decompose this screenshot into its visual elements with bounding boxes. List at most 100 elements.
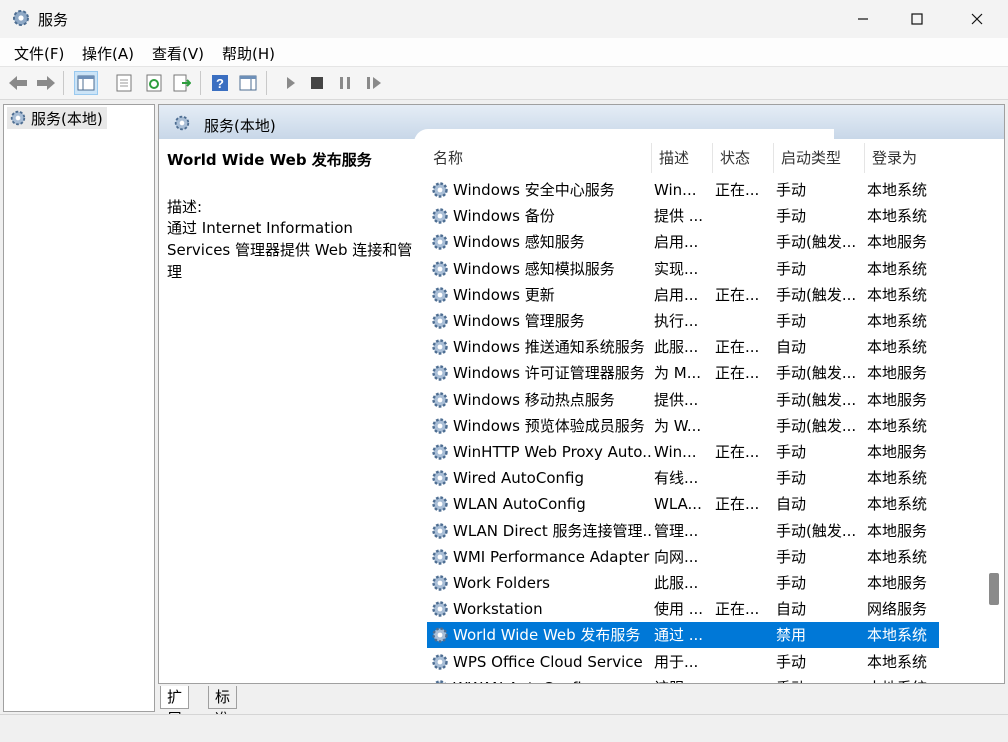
column-header-startup-type[interactable]: 启动类型 <box>781 143 841 173</box>
service-startup-type: 手动 <box>776 547 807 566</box>
service-startup-type: 手动(触发... <box>776 233 857 252</box>
service-name: WinHTTP Web Proxy Auto... <box>453 443 653 461</box>
service-row[interactable]: WLAN AutoConfig WLA... 正在... 自动 本地系统 <box>427 491 939 517</box>
service-row[interactable]: Work Folders 此服... 手动 本地服务 <box>427 570 939 596</box>
service-log-on-as: 本地系统 <box>867 495 928 514</box>
service-name: Windows 备份 <box>453 207 555 226</box>
minimize-button[interactable] <box>840 0 886 38</box>
service-startup-type: 手动 <box>776 259 807 278</box>
column-label: 启动类型 <box>781 149 842 167</box>
service-name: Workstation <box>453 600 543 619</box>
restart-service-button[interactable] <box>362 71 386 95</box>
service-gear-icon <box>432 601 448 617</box>
forward-button[interactable] <box>34 71 58 95</box>
service-row[interactable]: WWAN AutoConfig该服... 手动本地系统 <box>427 675 939 683</box>
service-description: 用于... <box>654 652 699 671</box>
service-row[interactable]: WLAN Direct 服务连接管理... 管理... 手动(触发... 本地服务 <box>427 518 939 544</box>
services-gear-icon <box>13 10 29 26</box>
service-startup-type: 手动 <box>776 675 862 683</box>
service-description: 该服... <box>654 675 712 683</box>
column-header-name[interactable]: 名称 <box>433 143 463 173</box>
svg-text:?: ? <box>216 76 224 91</box>
service-row[interactable]: Windows 许可证管理器服务为 M... 正在... 手动(触发... 本地服务 <box>427 360 939 386</box>
service-gear-icon <box>432 339 448 355</box>
back-button[interactable] <box>6 71 30 95</box>
service-name: Windows 更新 <box>453 285 555 304</box>
pause-service-button[interactable] <box>333 71 357 95</box>
service-row[interactable]: Workstation 使用 ... 正在... 自动 网络服务 <box>427 596 939 622</box>
column-header-log-on-as[interactable]: 登录为 <box>872 143 917 173</box>
menu-help[interactable]: 帮助(H) <box>222 43 275 64</box>
refresh-button[interactable] <box>142 71 166 95</box>
service-gear-icon <box>432 470 448 486</box>
maximize-button[interactable] <box>894 0 940 38</box>
properties-button[interactable] <box>112 71 136 95</box>
service-gear-icon <box>433 680 447 683</box>
show-action-pane-button[interactable] <box>236 71 260 95</box>
service-row[interactable]: Windows 推送通知系统服务 此服... 正在... 自动 本地系统 <box>427 334 939 360</box>
start-service-button[interactable] <box>278 71 302 95</box>
service-description: 为 M... <box>654 364 702 383</box>
menu-action[interactable]: 操作(A) <box>82 43 134 64</box>
service-row[interactable]: Windows 管理服务 执行... 手动 本地系统 <box>427 308 939 334</box>
scrollbar-thumb[interactable] <box>989 573 999 605</box>
service-status <box>715 387 773 413</box>
title-bar: 服务 <box>0 0 1008 38</box>
service-startup-type: 手动 <box>776 443 807 461</box>
menu-view[interactable]: 查看(V) <box>152 43 204 64</box>
refresh-icon <box>146 74 162 92</box>
service-name: Windows 感知服务 <box>453 233 585 252</box>
service-description: 通过 ... <box>654 626 704 645</box>
service-startup-type: 手动 <box>776 574 807 592</box>
service-status <box>715 229 773 255</box>
service-gear-icon <box>432 313 448 329</box>
service-status: 正在... <box>715 364 760 383</box>
menu-file[interactable]: 文件(F) <box>14 43 64 64</box>
service-log-on-as: 本地系统 <box>867 469 928 488</box>
service-row[interactable]: WPS Office Cloud Service 用于... 手动 本地系统 <box>427 649 939 675</box>
service-startup-type: 自动 <box>776 338 807 357</box>
service-gear-icon <box>432 418 448 434</box>
service-status <box>715 649 773 675</box>
forward-arrow-icon <box>37 76 55 90</box>
tab-extended[interactable]: 扩展 <box>160 686 190 728</box>
service-row[interactable]: Windows 感知服务 启用... 手动(触发... 本地服务 <box>427 229 939 255</box>
service-row[interactable]: WMI Performance Adapter 向网... 手动 本地系统 <box>427 544 939 570</box>
minimize-icon <box>858 18 868 20</box>
service-row[interactable]: Windows 预览体验成员服务为 W... 手动(触发... 本地系统 <box>427 413 939 439</box>
stop-service-button[interactable] <box>305 71 329 95</box>
service-row[interactable]: Windows 移动热点服务 提供... 手动(触发... 本地服务 <box>427 387 939 413</box>
column-separator <box>651 143 652 173</box>
service-name: WMI Performance Adapter <box>453 547 650 566</box>
service-row[interactable]: Windows 备份 提供 ... 手动 本地系统 <box>427 203 939 229</box>
service-description: 启用... <box>654 285 699 304</box>
tree-node-services-local[interactable]: 服务(本地) <box>7 107 107 129</box>
column-header-description[interactable]: 描述 <box>659 143 689 173</box>
close-button[interactable] <box>954 0 1000 38</box>
service-name: WLAN Direct 服务连接管理... <box>453 521 653 540</box>
service-name: Windows 感知模拟服务 <box>453 259 615 278</box>
toolbar: ? <box>0 67 1008 100</box>
service-log-on-as: 本地服务 <box>867 521 928 540</box>
column-header-status[interactable]: 状态 <box>720 143 750 173</box>
service-startup-type: 手动 <box>776 207 807 226</box>
service-log-on-as: 本地系统 <box>867 285 928 304</box>
service-name: WPS Office Cloud Service <box>453 652 643 671</box>
toolbar-separator <box>266 71 267 95</box>
service-row[interactable]: Windows 感知模拟服务 实现... 手动 本地系统 <box>427 256 939 282</box>
service-row[interactable]: WinHTTP Web Proxy Auto... Win... 正在... 手动 本地… <box>427 439 939 465</box>
service-row[interactable]: Windows 安全中心服务 Win... 正在... 手动 本地系统 <box>427 177 939 203</box>
service-log-on-as: 本地系统 <box>867 338 928 357</box>
service-log-on-as: 本地系统 <box>867 207 928 226</box>
tab-standard[interactable]: 标准 <box>208 686 238 728</box>
service-row[interactable]: World Wide Web 发布服务 通过 ... 禁用 本地系统 <box>427 622 939 649</box>
service-log-on-as: 本地系统 <box>867 652 928 671</box>
help-button[interactable]: ? <box>208 71 232 95</box>
export-list-button[interactable] <box>170 71 194 95</box>
service-startup-type: 手动 <box>776 469 807 488</box>
show-hide-console-tree-button[interactable] <box>74 71 98 95</box>
service-row[interactable]: Windows 更新 启用... 正在... 手动(触发... 本地系统 <box>427 282 939 308</box>
service-startup-type: 自动 <box>776 495 807 514</box>
service-row[interactable]: Wired AutoConfig 有线... 手动 本地系统 <box>427 465 939 491</box>
service-gear-icon <box>432 182 448 198</box>
